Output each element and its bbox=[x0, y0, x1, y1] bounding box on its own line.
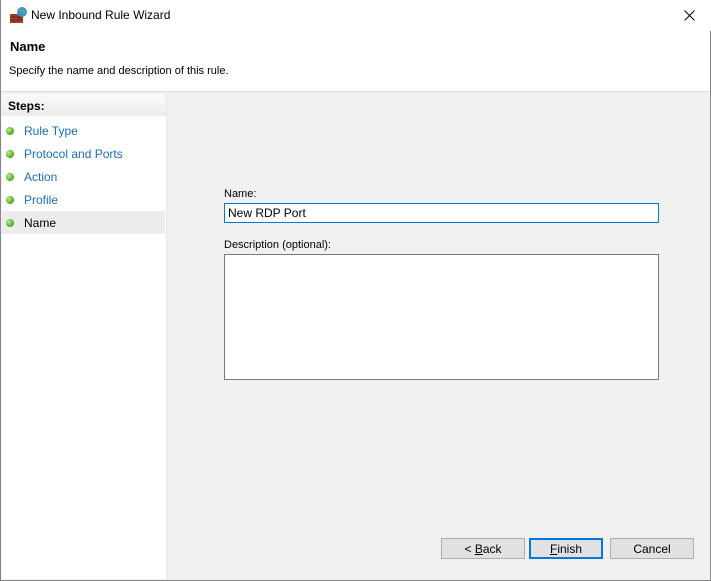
back-button[interactable]: < Back bbox=[441, 538, 525, 559]
step-complete-icon bbox=[6, 150, 14, 158]
close-icon bbox=[683, 10, 695, 21]
title-bar: New Inbound Rule Wizard bbox=[1, 0, 711, 31]
steps-heading-label: Steps: bbox=[8, 99, 45, 113]
step-complete-icon bbox=[6, 173, 14, 181]
cancel-button[interactable]: Cancel bbox=[610, 538, 694, 559]
step-label: Name bbox=[24, 216, 57, 230]
page-subtitle: Specify the name and description of this… bbox=[9, 65, 229, 77]
name-input[interactable] bbox=[224, 203, 659, 223]
description-input[interactable] bbox=[224, 254, 659, 380]
step-action[interactable]: Action bbox=[2, 165, 165, 188]
step-name[interactable]: Name bbox=[2, 211, 165, 234]
header-divider bbox=[1, 91, 710, 92]
window-title: New Inbound Rule Wizard bbox=[31, 8, 171, 22]
wizard-window: New Inbound Rule Wizard Name Specify the… bbox=[0, 0, 711, 581]
step-label: Rule Type bbox=[24, 124, 78, 138]
close-button[interactable] bbox=[666, 0, 711, 31]
step-protocol-and-ports[interactable]: Protocol and Ports bbox=[2, 142, 165, 165]
firewall-globe-icon bbox=[10, 7, 27, 23]
step-complete-icon bbox=[6, 196, 14, 204]
step-label: Action bbox=[24, 170, 58, 184]
wizard-header: Name Specify the name and description of… bbox=[1, 31, 710, 91]
step-rule-type[interactable]: Rule Type bbox=[2, 119, 165, 142]
finish-button[interactable]: Finish bbox=[529, 538, 603, 559]
step-complete-icon bbox=[6, 219, 14, 227]
steps-panel: Steps: Rule Type Protocol and Ports Acti… bbox=[2, 94, 167, 579]
description-label: Description (optional): bbox=[224, 239, 331, 251]
step-profile[interactable]: Profile bbox=[2, 188, 165, 211]
steps-heading: Steps: bbox=[2, 94, 166, 116]
step-complete-icon bbox=[6, 127, 14, 135]
name-label: Name: bbox=[224, 188, 257, 200]
step-label: Profile bbox=[24, 193, 59, 207]
page-title: Name bbox=[10, 39, 46, 54]
step-label: Protocol and Ports bbox=[24, 147, 123, 161]
